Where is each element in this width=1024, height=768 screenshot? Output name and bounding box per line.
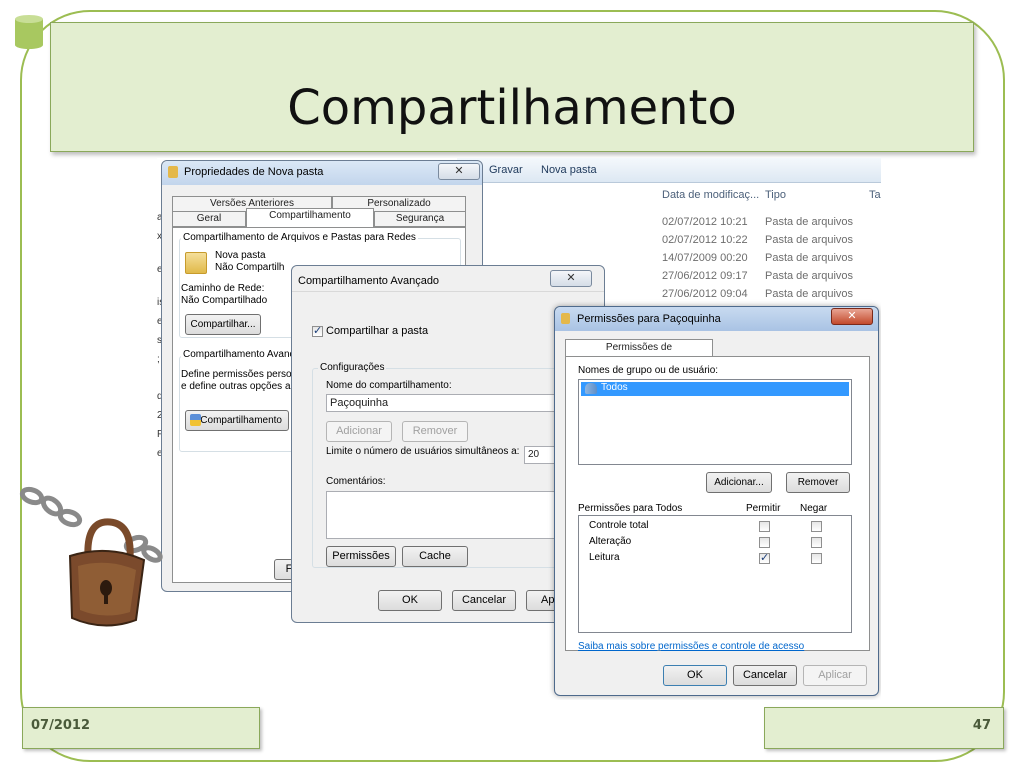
cancel-button[interactable]: Cancelar — [452, 590, 516, 611]
ok-button[interactable]: OK — [663, 665, 727, 686]
deny-column: Negar — [800, 503, 828, 514]
advanced-sharing-label: Compartilhamento Avanç — [181, 349, 297, 360]
permissions-panel: Nomes de grupo ou de usuário: Todos Adic… — [565, 356, 870, 652]
slide-title: Compartilhamento — [287, 80, 737, 136]
database-icon — [15, 15, 43, 49]
close-button[interactable]: ✕ — [550, 270, 592, 287]
tab-general[interactable]: Geral — [172, 211, 246, 227]
col-type[interactable]: Tipo — [765, 189, 786, 201]
list-item[interactable]: 27/06/2012 09:17 Pasta de arquivos — [662, 270, 881, 288]
network-path-label: Caminho de Rede: — [181, 283, 265, 294]
slide: Compartilhamento Gravar Nova pasta Data … — [0, 0, 1024, 768]
settings-label: Configurações — [318, 362, 387, 373]
advanced-title: Compartilhamento Avançado — [298, 275, 440, 287]
title-box: Compartilhamento — [50, 22, 974, 152]
user-limit-label: Limite o número de usuários simultâneos … — [326, 446, 520, 457]
list-item[interactable]: 02/07/2012 10:21 Pasta de arquivos — [662, 216, 881, 234]
cache-button[interactable]: Cache — [402, 546, 468, 567]
deny-change-checkbox[interactable] — [811, 537, 822, 548]
footer-date: 07/2012 — [31, 718, 91, 733]
close-button[interactable]: ✕ — [438, 163, 480, 180]
help-link[interactable]: Saiba mais sobre permissões e controle d… — [578, 641, 804, 652]
list-item[interactable]: Todos — [581, 382, 849, 396]
network-sharing-label: Compartilhamento de Arquivos e Pastas pa… — [181, 232, 418, 243]
groups-label: Nomes de grupo ou de usuário: — [578, 365, 719, 376]
list-item[interactable]: 02/07/2012 10:22 Pasta de arquivos — [662, 234, 881, 252]
remove-user-button[interactable]: Remover — [786, 472, 850, 493]
advanced-sharing-desc: e define outras opções a — [181, 381, 291, 392]
advanced-titlebar[interactable]: Compartilhamento Avançado ✕ — [292, 266, 604, 292]
screenshot: Gravar Nova pasta Data de modificaç... T… — [157, 158, 881, 700]
folder-icon — [561, 313, 570, 324]
properties-titlebar[interactable]: Propriedades de Nova pasta ✕ — [162, 161, 482, 185]
deny-full-control-checkbox[interactable] — [811, 521, 822, 532]
permissions-title: Permissões para Paçoquinha — [577, 313, 721, 325]
cancel-button[interactable]: Cancelar — [733, 665, 797, 686]
permissions-dialog: Permissões para Paçoquinha ✕ Permissões … — [554, 306, 879, 696]
add-button[interactable]: Adicionar — [326, 421, 392, 442]
share-name-label: Nome do compartilhamento: — [326, 380, 452, 391]
folder-icon — [185, 252, 207, 274]
close-button[interactable]: ✕ — [831, 308, 873, 325]
properties-title: Propriedades de Nova pasta — [184, 166, 324, 178]
footer-page-box: 47 — [764, 707, 1004, 749]
permissions-button[interactable]: Permissões — [326, 546, 396, 567]
perm-read: Leitura — [589, 552, 620, 563]
allow-column: Permitir — [746, 503, 781, 514]
allow-full-control-checkbox[interactable] — [759, 521, 770, 532]
perm-change: Alteração — [589, 536, 632, 547]
burn-button[interactable]: Gravar — [489, 164, 523, 176]
share-folder-checkbox[interactable] — [312, 324, 323, 337]
folder-icon — [168, 166, 178, 178]
new-folder-button[interactable]: Nova pasta — [541, 164, 597, 176]
add-user-button[interactable]: Adicionar... — [706, 472, 772, 493]
tab-share-permissions[interactable]: Permissões de compartilhamento — [565, 339, 713, 369]
list-item[interactable]: 14/07/2009 00:20 Pasta de arquivos — [662, 252, 881, 270]
footer-date-box: 07/2012 — [22, 707, 260, 749]
explorer-toolbar: Gravar Nova pasta — [457, 158, 881, 183]
permissions-titlebar[interactable]: Permissões para Paçoquinha ✕ — [555, 307, 878, 331]
advanced-sharing-button[interactable]: Compartilhamento — [185, 410, 289, 431]
allow-read-checkbox[interactable] — [759, 551, 770, 564]
permissions-list: Controle total Alteração Leitura — [578, 515, 852, 633]
perms-for-label: Permissões para Todos — [578, 503, 683, 514]
share-button[interactable]: Compartilhar... — [185, 314, 261, 335]
col-size[interactable]: Tar — [869, 189, 881, 201]
allow-change-checkbox[interactable] — [759, 537, 770, 548]
deny-read-checkbox[interactable] — [811, 553, 822, 564]
tab-security[interactable]: Segurança — [374, 211, 466, 227]
ok-button[interactable]: OK — [378, 590, 442, 611]
page-number: 47 — [972, 718, 991, 733]
remove-button[interactable]: Remover — [402, 421, 468, 442]
groups-list[interactable]: Todos — [578, 379, 852, 465]
tab-sharing[interactable]: Compartilhamento — [246, 208, 374, 228]
folder-name: Nova pasta — [215, 250, 266, 261]
folder-status: Não Compartilh — [215, 262, 285, 273]
apply-button[interactable]: Aplicar — [803, 665, 867, 686]
network-path-value: Não Compartilhado — [181, 295, 268, 306]
list-item[interactable]: 27/06/2012 09:04 Pasta de arquivos — [662, 288, 881, 306]
col-date[interactable]: Data de modificaç... — [662, 189, 759, 201]
shield-icon — [190, 414, 201, 426]
share-folder-label: Compartilhar a pasta — [326, 325, 429, 337]
perm-full-control: Controle total — [589, 520, 649, 531]
padlock-chain-image — [19, 486, 163, 627]
explorer-column-header: Data de modificaç... Tipo Tar — [657, 183, 881, 205]
comments-label: Comentários: — [326, 476, 386, 487]
advanced-sharing-desc: Define permissões perso — [181, 369, 292, 380]
users-icon — [585, 383, 597, 394]
